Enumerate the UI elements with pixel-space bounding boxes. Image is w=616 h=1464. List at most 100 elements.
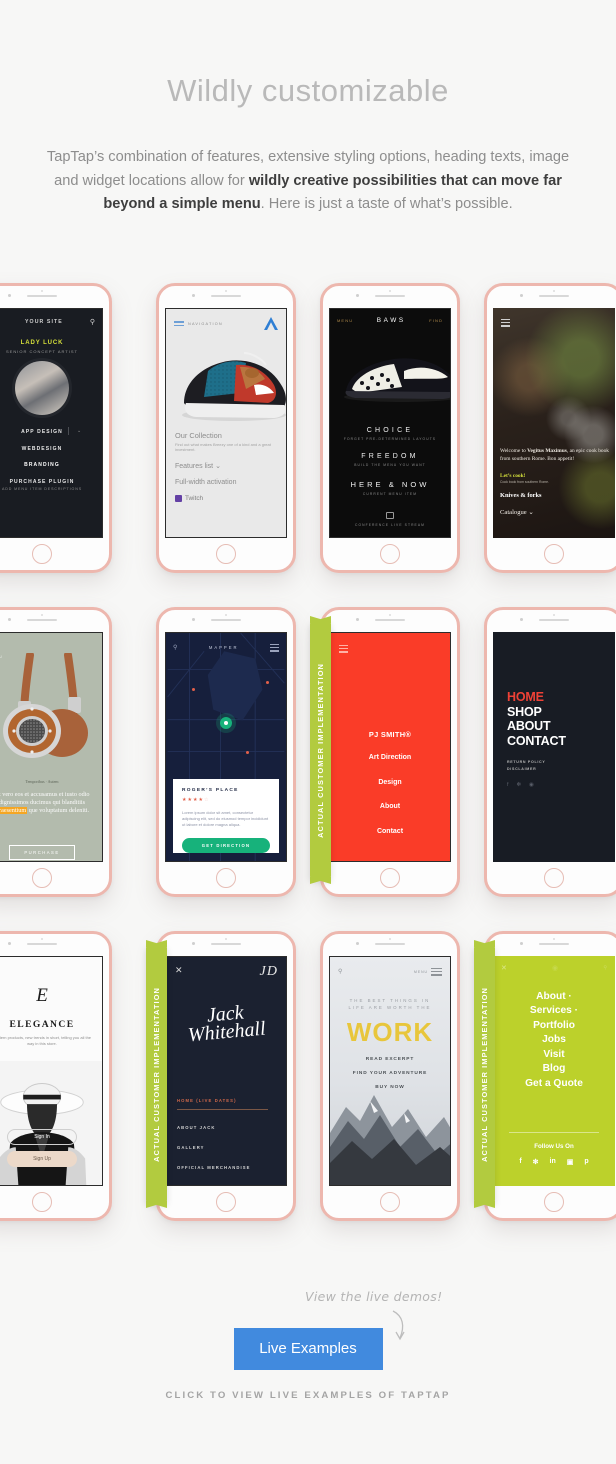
sign-in-button[interactable]: Sign In: [7, 1129, 77, 1145]
home-button[interactable]: [380, 868, 400, 888]
linkedin-icon[interactable]: in: [550, 1158, 556, 1166]
home-button[interactable]: [216, 544, 236, 564]
twitter-icon[interactable]: ✻: [533, 1158, 539, 1166]
menu-icon[interactable]: [270, 642, 279, 654]
phone-screen[interactable]: ✕ ◉ ⚲ About · Services · Portfolio Jobs …: [493, 956, 615, 1186]
menu-item-blog[interactable]: Blog: [493, 1062, 615, 1076]
menu-icon[interactable]: [431, 966, 442, 978]
instagram-icon[interactable]: ▣: [567, 1158, 574, 1166]
pinterest-icon[interactable]: p: [584, 1158, 588, 1166]
menu-item-design[interactable]: Design: [330, 779, 450, 786]
menu-item-about[interactable]: About ·: [493, 990, 615, 1004]
menu-item-art-direction[interactable]: Art Direction: [330, 754, 450, 761]
menu-item-official-merchandise[interactable]: OFFICIAL MERCHANDISE: [177, 1165, 251, 1170]
menu-item-gallery[interactable]: GALLERY: [177, 1145, 205, 1150]
home-button[interactable]: [380, 1192, 400, 1212]
menu-item-knives-forks[interactable]: Knives & forks: [500, 492, 609, 499]
home-button[interactable]: [544, 544, 564, 564]
search-icon[interactable]: ⚲: [603, 965, 607, 971]
menu-item-about-jack[interactable]: ABOUT JACK: [177, 1125, 215, 1130]
phone-screen[interactable]: Welcome to Vegitus Maximus, an epic cook…: [493, 308, 615, 538]
menu-item-purchase-plugin[interactable]: PURCHASE PLUGIN: [0, 479, 102, 485]
search-icon[interactable]: ⚲: [90, 318, 95, 326]
menu-item-home[interactable]: HOME: [507, 690, 566, 705]
home-button[interactable]: [32, 1192, 52, 1212]
map-marker[interactable]: [192, 688, 195, 691]
phone-screen[interactable]: MENU: [0, 632, 103, 862]
menu-item-app-design[interactable]: APP DESIGN: [0, 429, 102, 435]
phone-screen[interactable]: ⚲ MENU THE BEST THINGS IN LIFE ARE WORTH …: [329, 956, 451, 1186]
home-button[interactable]: [32, 544, 52, 564]
find-label[interactable]: FIND: [429, 318, 443, 323]
welcome-text: Welcome to Vegitus Maximus, an epic cook…: [500, 448, 609, 464]
menu-item-fullwidth[interactable]: Full-width activation: [175, 479, 280, 486]
block-sub: BUILD THE MENU YOU WANT: [354, 463, 426, 467]
twitch-icon: [386, 512, 394, 519]
menu-item-jobs[interactable]: Jobs: [493, 1033, 615, 1047]
menu-icon[interactable]: [501, 317, 510, 329]
close-icon[interactable]: ✕: [501, 964, 507, 972]
phone-screen[interactable]: ✕ J D Jack Whitehall HOME (LIVE DATES) A…: [165, 956, 287, 1186]
phone-screen[interactable]: NAVIGATION Our Collection Find out what …: [165, 308, 287, 538]
facebook-icon[interactable]: f: [507, 782, 509, 788]
sensor-dot: [553, 290, 555, 292]
phone-screen[interactable]: MENU BAWS FIND CHOICE FORGET PRE-DETERMI…: [329, 308, 451, 538]
home-button[interactable]: [32, 868, 52, 888]
menu-item-shop[interactable]: SHOP: [507, 705, 566, 720]
home-button[interactable]: [216, 868, 236, 888]
sensor-dot: [553, 614, 555, 616]
link-disclaimer[interactable]: DISCLAIMER: [507, 766, 545, 773]
menu-item-webdesign[interactable]: WEBDESIGN: [0, 446, 102, 452]
menu-item-services[interactable]: Services ·: [493, 1004, 615, 1018]
block-sub: FORGET PRE-DETERMINED LAYOUTS: [343, 437, 437, 441]
map-marker[interactable]: [266, 681, 269, 684]
menu-item-branding[interactable]: BRANDING: [0, 462, 102, 468]
phone-screen[interactable]: ⚲ MAPPER ROGER’S PLACE ★★★★☆ Lorem ipsum…: [165, 632, 287, 862]
page-title: Wildly customizable: [167, 73, 449, 108]
live-examples-button[interactable]: Live Examples: [233, 1328, 383, 1370]
menu-item-catalogue[interactable]: Catalogue ⌄: [500, 508, 609, 516]
facebook-icon[interactable]: f: [519, 1158, 521, 1166]
menu-item-get-a-quote[interactable]: Get a Quote: [493, 1077, 615, 1091]
menu-icon[interactable]: [339, 643, 348, 655]
phone-screen[interactable]: HOME SHOP ABOUT CONTACT RETURN POLICY DI…: [493, 632, 615, 862]
home-button[interactable]: [544, 868, 564, 888]
phone-screen[interactable]: PJ SMITH® Art Direction Design About Con…: [329, 632, 451, 862]
phone-screen[interactable]: YOUR SITE ⚲ LADY LUCK SENIOR CONCEPT ART…: [0, 308, 103, 538]
menu-item-contact[interactable]: CONTACT: [507, 734, 566, 749]
menu-icon[interactable]: [174, 319, 184, 327]
menu-item-home-live-dates[interactable]: HOME (LIVE DATES): [177, 1098, 237, 1103]
menu-item-portfolio[interactable]: Portfolio: [493, 1019, 615, 1033]
menu-item-features-list[interactable]: Features list ⌄: [175, 462, 280, 470]
chevron-down-icon[interactable]: ⌄: [77, 428, 81, 434]
menu-item-contact[interactable]: Contact: [330, 828, 450, 835]
phone-frame: Welcome to Vegitus Maximus, an epic cook…: [484, 283, 616, 573]
ribbon-actual-customer: ACTUAL CUSTOMER IMPLEMENTATION: [474, 945, 495, 1203]
twitter-icon[interactable]: ✻: [517, 782, 522, 788]
close-icon[interactable]: ✕: [175, 966, 183, 975]
instagram-icon[interactable]: ◉: [529, 782, 534, 788]
home-button[interactable]: [544, 1192, 564, 1212]
menu-label[interactable]: MENU: [337, 318, 353, 323]
sign-up-button[interactable]: Sign Up: [7, 1151, 77, 1167]
home-button[interactable]: [380, 544, 400, 564]
menu-item-description: ADD MENU ITEM DESCRIPTIONS: [1, 487, 83, 491]
menu-item-visit[interactable]: Visit: [493, 1048, 615, 1062]
link-return-policy[interactable]: RETURN POLICY: [507, 759, 545, 766]
phone-screen[interactable]: E ELEGANCE Modern products, new trends i…: [0, 956, 103, 1186]
menu-item-lets-cook[interactable]: Let’s cook!: [500, 473, 609, 479]
map-pin-active[interactable]: [220, 717, 232, 729]
purchase-button[interactable]: PURCHASE: [9, 845, 75, 860]
screen-content: Welcome to Vegitus Maximus, an epic cook…: [500, 448, 609, 516]
menu-item-about[interactable]: About: [330, 803, 450, 810]
screen-jack-whitehall: ✕ J D Jack Whitehall HOME (LIVE DATES) A…: [166, 957, 286, 1185]
map-marker[interactable]: [246, 751, 249, 754]
menu-item-twitch[interactable]: Twitch: [175, 494, 280, 502]
search-icon[interactable]: ⚲: [338, 968, 342, 975]
menu-item-about[interactable]: ABOUT: [507, 719, 566, 734]
search-icon[interactable]: ⚲: [173, 644, 177, 651]
get-direction-button[interactable]: GET DIRECTION: [182, 837, 270, 853]
home-button[interactable]: [216, 1192, 236, 1212]
screen-home-shop: HOME SHOP ABOUT CONTACT RETURN POLICY DI…: [493, 632, 615, 862]
block-choice: CHOICE FORGET PRE-DETERMINED LAYOUTS: [330, 427, 450, 441]
